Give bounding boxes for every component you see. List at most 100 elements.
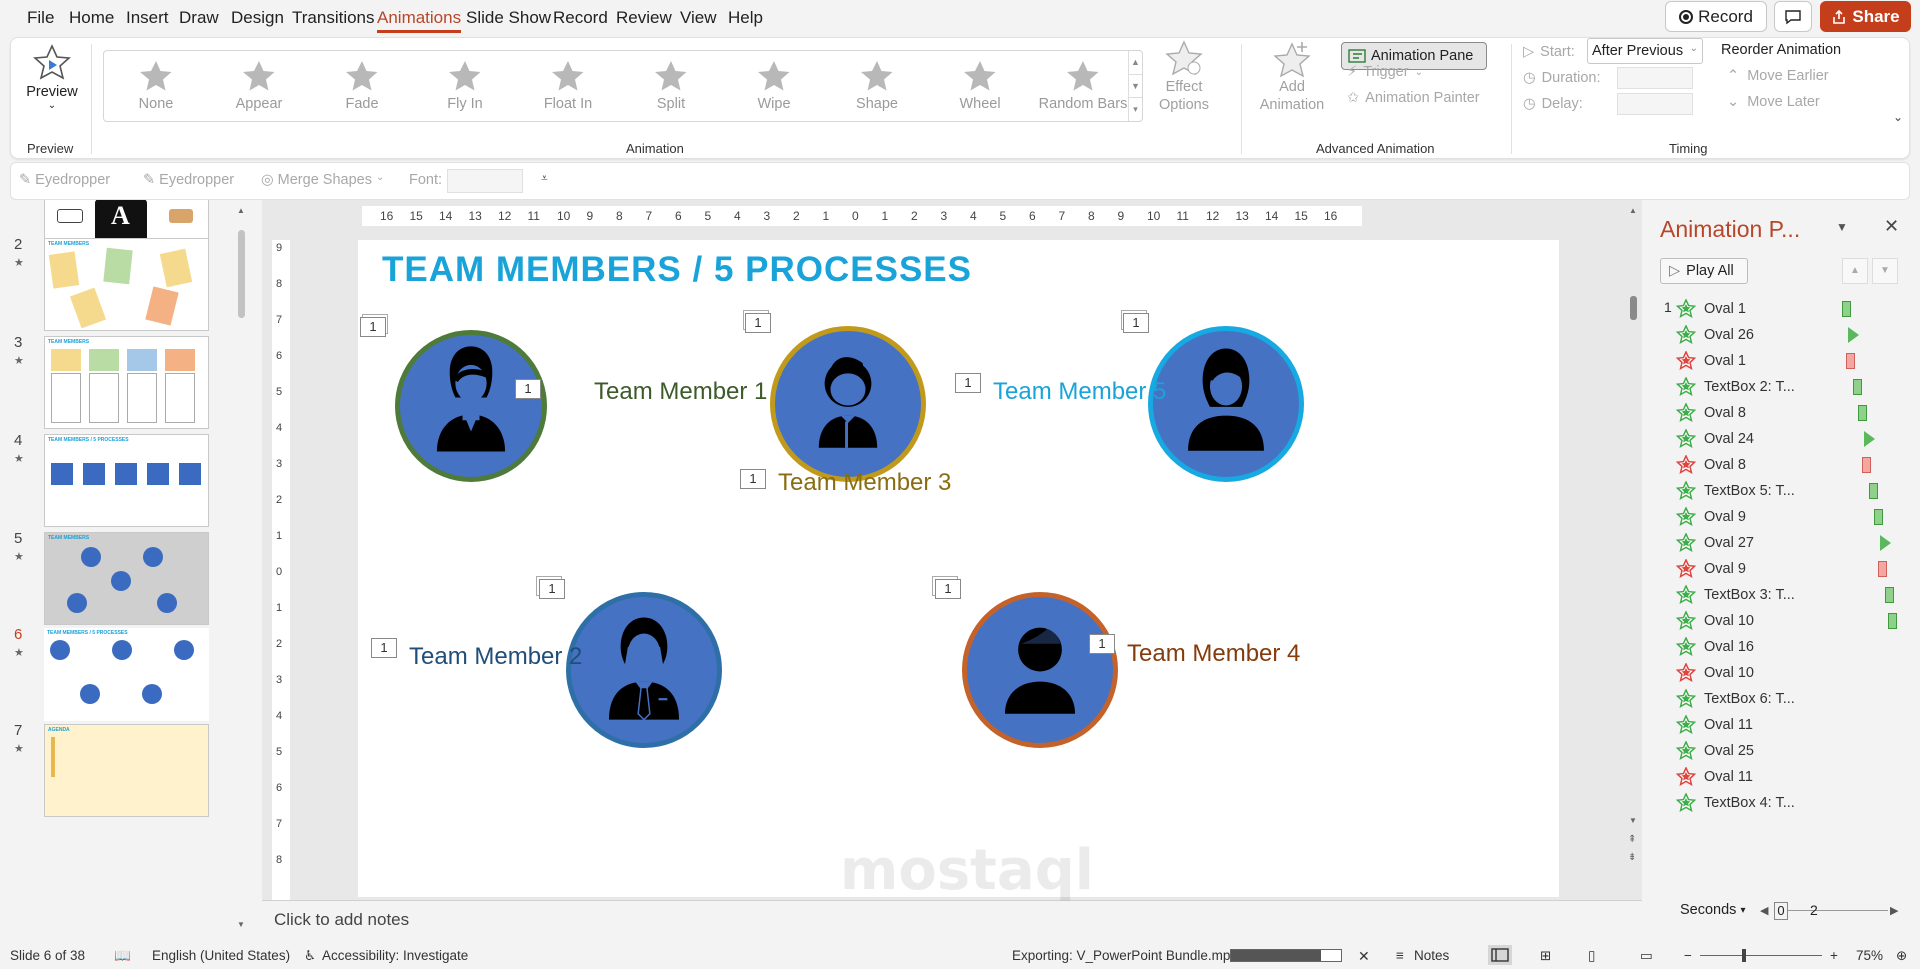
animation-pane-item[interactable]: Oval 1 (1660, 298, 1900, 320)
animation-wipe-button[interactable]: Wipe (724, 59, 824, 112)
slide-canvas[interactable]: TEAM MEMBERS / 5 PROCESSES Team Member 1… (358, 240, 1559, 897)
timing-bar[interactable] (1862, 457, 1872, 473)
spell-check-icon[interactable]: 📖 (114, 948, 131, 964)
timing-bar[interactable] (1864, 431, 1876, 447)
animation-tag[interactable]: 1 (955, 373, 981, 393)
zoom-level[interactable]: 75% (1856, 948, 1883, 963)
menu-help[interactable]: Help (728, 8, 763, 28)
animation-appear-button[interactable]: Appear (209, 59, 309, 112)
close-icon[interactable]: ✕ (1884, 216, 1899, 237)
normal-view-button[interactable] (1488, 945, 1512, 965)
animation-tag[interactable]: 1 (539, 579, 565, 599)
animation-pane-item[interactable]: Oval 25 (1660, 740, 1900, 762)
record-button[interactable]: Record (1665, 1, 1767, 32)
notes-placeholder[interactable]: Click to add notes (274, 910, 409, 930)
animation-float-in-button[interactable]: Float In (518, 59, 618, 112)
slide-thumbnail-5[interactable]: TEAM MEMBERS (44, 532, 209, 625)
animation-fly-in-button[interactable]: Fly In (415, 59, 515, 112)
timing-bar[interactable] (1846, 353, 1856, 369)
animation-wheel-button[interactable]: Wheel (930, 59, 1030, 112)
animation-tag[interactable]: 1 (371, 638, 397, 658)
zoom-out-icon[interactable]: − (1684, 948, 1692, 963)
menu-animations[interactable]: Animations (377, 8, 462, 33)
timing-bar[interactable] (1880, 535, 1892, 551)
animation-none-button[interactable]: None (106, 59, 206, 112)
menu-insert[interactable]: Insert (126, 8, 169, 28)
slide-thumbnail-7[interactable]: AGENDA (44, 724, 209, 817)
animation-pane-item[interactable]: Oval 10 (1660, 610, 1900, 632)
trigger-button[interactable]: ⚡ Trigger ⌄ (1347, 64, 1423, 80)
fit-to-window-icon[interactable]: ⊕ (1896, 948, 1907, 964)
duration-input[interactable] (1617, 67, 1693, 89)
timing-bar[interactable] (1857, 405, 1867, 421)
accessibility-status[interactable]: Accessibility: Investigate (322, 948, 468, 963)
menu-view[interactable]: View (680, 8, 717, 28)
slide-thumbnail-3[interactable]: TEAM MEMBERS (44, 336, 209, 429)
pane-options-icon[interactable]: ▼ (1836, 220, 1848, 234)
slide-sorter-icon[interactable]: ⊞ (1540, 948, 1551, 964)
animation-pane-item[interactable]: Oval 27 (1660, 532, 1900, 554)
team-member-3-circle[interactable] (770, 326, 926, 482)
preview-button[interactable]: Preview ⌄ (21, 44, 83, 111)
timing-bar[interactable] (1868, 483, 1878, 499)
timeline-left-icon[interactable]: ◀ (1760, 904, 1768, 917)
slide-thumbnail-6[interactable]: TEAM MEMBERS / 5 PROCESSES (44, 628, 209, 721)
slide-thumbnail-4[interactable]: TEAM MEMBERS / 5 PROCESSES (44, 434, 209, 527)
animation-split-button[interactable]: Split (621, 59, 721, 112)
animation-pane-item[interactable]: Oval 8 (1660, 402, 1900, 424)
animation-pane-item[interactable]: Oval 11 (1660, 766, 1900, 788)
font-select[interactable] (447, 169, 523, 193)
next-slide-icon[interactable]: ⇟ (1628, 852, 1636, 863)
menu-transitions[interactable]: Transitions (292, 8, 375, 28)
menu-slide-show[interactable]: Slide Show (466, 8, 551, 28)
menu-draw[interactable]: Draw (179, 8, 219, 28)
move-up-button[interactable]: ▲ (1842, 258, 1868, 284)
animation-pane-item[interactable]: Oval 8 (1660, 454, 1900, 476)
slide-thumbnail-2[interactable]: TEAM MEMBERS (44, 238, 209, 331)
seconds-dropdown[interactable]: Seconds ▾ (1680, 902, 1745, 918)
timing-bar[interactable] (1888, 613, 1897, 629)
language-status[interactable]: English (United States) (152, 948, 290, 963)
menu-file[interactable]: File (27, 8, 54, 28)
menu-review[interactable]: Review (616, 8, 672, 28)
menu-record[interactable]: Record (553, 8, 608, 28)
comments-button[interactable] (1774, 1, 1812, 32)
zoom-in-icon[interactable]: + (1830, 948, 1838, 963)
gallery-more-icon[interactable]: ▾ (1129, 97, 1142, 120)
animation-pane-item[interactable]: Oval 16 (1660, 636, 1900, 658)
team-member-2-label[interactable]: Team Member 2 (409, 643, 582, 671)
timing-bar[interactable] (1841, 301, 1851, 317)
reading-view-icon[interactable]: ▯ (1588, 948, 1595, 964)
animation-pane-item[interactable]: Oval 9 (1660, 558, 1900, 580)
animation-pane-item[interactable]: Oval 1 (1660, 350, 1900, 372)
team-member-4-label[interactable]: Team Member 4 (1127, 640, 1300, 668)
animation-tag[interactable]: 1 (935, 579, 961, 599)
team-member-1-circle[interactable] (395, 330, 547, 482)
animation-pane-item[interactable]: Oval 24 (1660, 428, 1900, 450)
animation-pane-item[interactable]: TextBox 5: T... (1660, 480, 1900, 502)
animation-tag[interactable]: 1 (1089, 634, 1115, 654)
menu-home[interactable]: Home (69, 8, 114, 28)
eyedropper-button[interactable]: ✎ Eyedropper (19, 172, 110, 188)
animation-pane-item[interactable]: TextBox 4: T... (1660, 792, 1900, 814)
notes-icon[interactable]: ≡ (1396, 948, 1404, 963)
zoom-slider-thumb[interactable] (1742, 949, 1746, 962)
gallery-scroll[interactable]: ▲ ▼ ▾ (1128, 51, 1142, 121)
timing-bar[interactable] (1873, 509, 1883, 525)
notes-area[interactable]: Click to add notes (262, 900, 1642, 938)
animation-pane-item[interactable]: Oval 11 (1660, 714, 1900, 736)
animation-shape-button[interactable]: Shape (827, 59, 927, 112)
animation-tag[interactable]: 1 (740, 469, 766, 489)
eyedropper-outline-button[interactable]: ✎ Eyedropper (143, 172, 234, 188)
animation-pane-item[interactable]: TextBox 2: T... (1660, 376, 1900, 398)
animation-tag[interactable]: 1 (360, 317, 386, 337)
cancel-export-icon[interactable]: ✕ (1358, 948, 1370, 965)
timeline-right-icon[interactable]: ▶ (1890, 904, 1898, 917)
chevron-up-icon[interactable]: ▲ (1129, 51, 1142, 74)
timing-bar[interactable] (1884, 587, 1894, 603)
slide-show-icon[interactable]: ▭ (1640, 948, 1653, 964)
move-earlier-button[interactable]: ⌃ Move Earlier (1727, 68, 1829, 84)
merge-shapes-button[interactable]: ◎ Merge Shapes ⌄ (261, 172, 384, 188)
effect-options-button[interactable]: Effect Options (1153, 40, 1215, 114)
share-button[interactable]: Share (1820, 1, 1911, 32)
